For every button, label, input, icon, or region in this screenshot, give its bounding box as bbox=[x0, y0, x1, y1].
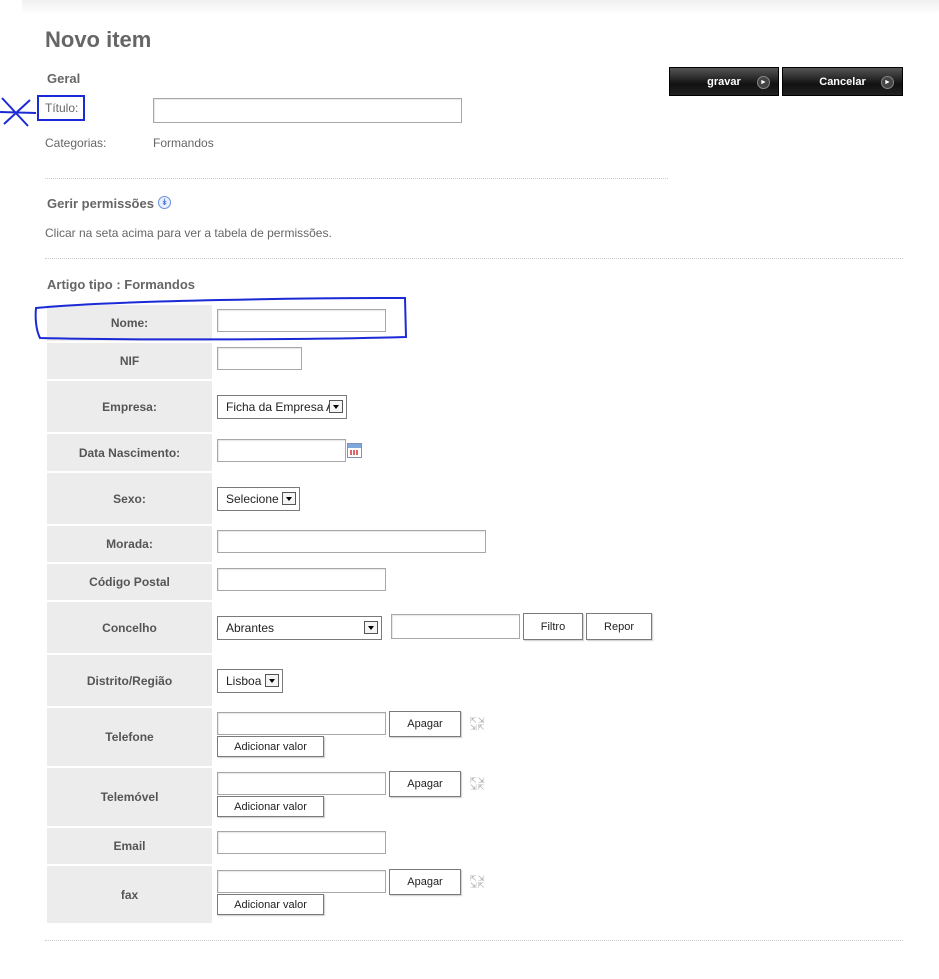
filter-button[interactable]: Filtro bbox=[523, 613, 583, 640]
nif-input[interactable] bbox=[217, 347, 302, 370]
arrow-right-icon: ► bbox=[881, 76, 894, 89]
divider bbox=[45, 258, 903, 259]
top-bar bbox=[22, 0, 939, 14]
data-nascimento-input[interactable] bbox=[217, 439, 346, 462]
nome-label: Nome: bbox=[47, 305, 212, 341]
row-morada: Morada: bbox=[47, 526, 903, 562]
categorias-label: Categorias: bbox=[45, 136, 107, 150]
row-email: Email bbox=[47, 828, 903, 864]
page-title: Novo item bbox=[45, 27, 152, 52]
telefone-delete-button[interactable]: Apagar bbox=[389, 711, 461, 737]
divider bbox=[45, 178, 668, 179]
annotation-cross-mark bbox=[0, 97, 37, 127]
save-button[interactable]: gravar ► bbox=[669, 67, 779, 96]
row-nif: NIF bbox=[47, 343, 903, 379]
titulo-label: Título: bbox=[45, 101, 79, 115]
concelho-label: Concelho bbox=[47, 602, 212, 653]
expand-icon[interactable]: ⇱⇲ ⇲⇱ bbox=[470, 777, 484, 792]
concelho-filter-input[interactable] bbox=[391, 614, 520, 639]
article-type-title: Artigo tipo : Formandos bbox=[47, 277, 196, 292]
sexo-selected: Selecione bbox=[226, 492, 279, 506]
fax-input[interactable] bbox=[217, 870, 386, 893]
permissions-hint: Clicar na seta acima para ver a tabela d… bbox=[45, 226, 332, 240]
codigo-postal-input[interactable] bbox=[217, 568, 386, 591]
divider bbox=[45, 940, 903, 941]
empresa-label: Empresa: bbox=[47, 381, 212, 432]
arrow-right-icon: ► bbox=[757, 76, 770, 89]
row-sexo: Sexo: Selecione bbox=[47, 473, 903, 524]
telemovel-delete-button[interactable]: Apagar bbox=[389, 771, 461, 797]
titulo-input[interactable] bbox=[153, 98, 462, 123]
row-telemovel: Telemóvel Apagar ⇱⇲ ⇲⇱ Adicionar valor bbox=[47, 768, 903, 826]
sexo-label: Sexo: bbox=[47, 473, 212, 524]
row-data-nascimento: Data Nascimento: bbox=[47, 434, 903, 471]
email-input[interactable] bbox=[217, 831, 386, 854]
distrito-select[interactable]: Lisboa bbox=[217, 669, 283, 693]
concelho-select[interactable]: Abrantes bbox=[217, 616, 382, 640]
permissions-title[interactable]: Gerir permissões bbox=[47, 196, 154, 211]
codigo-postal-label: Código Postal bbox=[47, 564, 212, 600]
calendar-icon[interactable] bbox=[347, 443, 362, 458]
cancel-button-label: Cancelar bbox=[819, 75, 866, 88]
section-geral-title: Geral bbox=[47, 71, 81, 86]
row-nome: Nome: bbox=[47, 305, 903, 341]
nome-input[interactable] bbox=[217, 309, 386, 332]
telemovel-input[interactable] bbox=[217, 772, 386, 795]
expand-icon[interactable]: ⇱⇲ ⇲⇱ bbox=[470, 717, 484, 732]
concelho-selected: Abrantes bbox=[226, 621, 275, 635]
row-empresa: Empresa: Ficha da Empresa A bbox=[47, 381, 903, 432]
empresa-selected: Ficha da Empresa A bbox=[226, 400, 335, 414]
telemovel-add-value-button[interactable]: Adicionar valor bbox=[217, 796, 324, 817]
row-telefone: Telefone Apagar ⇱⇲ ⇲⇱ Adicionar valor bbox=[47, 708, 903, 766]
distrito-label: Distrito/Região bbox=[47, 655, 212, 706]
chevron-down-icon[interactable] bbox=[282, 492, 296, 505]
expand-icon[interactable]: ⇱⇲ ⇲⇱ bbox=[470, 875, 484, 890]
row-distrito: Distrito/Região Lisboa bbox=[47, 655, 903, 706]
row-fax: fax Apagar ⇱⇲ ⇲⇱ Adicionar valor bbox=[47, 866, 903, 923]
expand-permissions-icon[interactable]: ↡ bbox=[158, 196, 171, 209]
morada-input[interactable] bbox=[217, 530, 486, 553]
data-nascimento-label: Data Nascimento: bbox=[47, 434, 212, 471]
morada-label: Morada: bbox=[47, 526, 212, 562]
row-concelho: Concelho Abrantes Filtro Repor bbox=[47, 602, 903, 653]
distrito-selected: Lisboa bbox=[226, 674, 262, 688]
email-label: Email bbox=[47, 828, 212, 864]
sexo-select[interactable]: Selecione bbox=[217, 487, 300, 511]
chevron-down-icon[interactable] bbox=[329, 400, 343, 413]
cancel-button[interactable]: Cancelar ► bbox=[782, 67, 903, 96]
reset-button[interactable]: Repor bbox=[586, 613, 652, 640]
telefone-add-value-button[interactable]: Adicionar valor bbox=[217, 736, 324, 757]
fax-delete-button[interactable]: Apagar bbox=[389, 869, 461, 895]
row-codigo-postal: Código Postal bbox=[47, 564, 903, 600]
fax-label: fax bbox=[47, 866, 212, 923]
categorias-value: Formandos bbox=[153, 136, 214, 150]
telefone-input[interactable] bbox=[217, 712, 386, 735]
fax-add-value-button[interactable]: Adicionar valor bbox=[217, 894, 324, 915]
telefone-label: Telefone bbox=[47, 708, 212, 766]
chevron-down-icon[interactable] bbox=[265, 674, 279, 687]
chevron-down-icon[interactable] bbox=[364, 621, 378, 634]
empresa-select[interactable]: Ficha da Empresa A bbox=[217, 395, 347, 419]
save-button-label: gravar bbox=[707, 75, 741, 88]
nif-label: NIF bbox=[47, 343, 212, 379]
telemovel-label: Telemóvel bbox=[47, 768, 212, 826]
